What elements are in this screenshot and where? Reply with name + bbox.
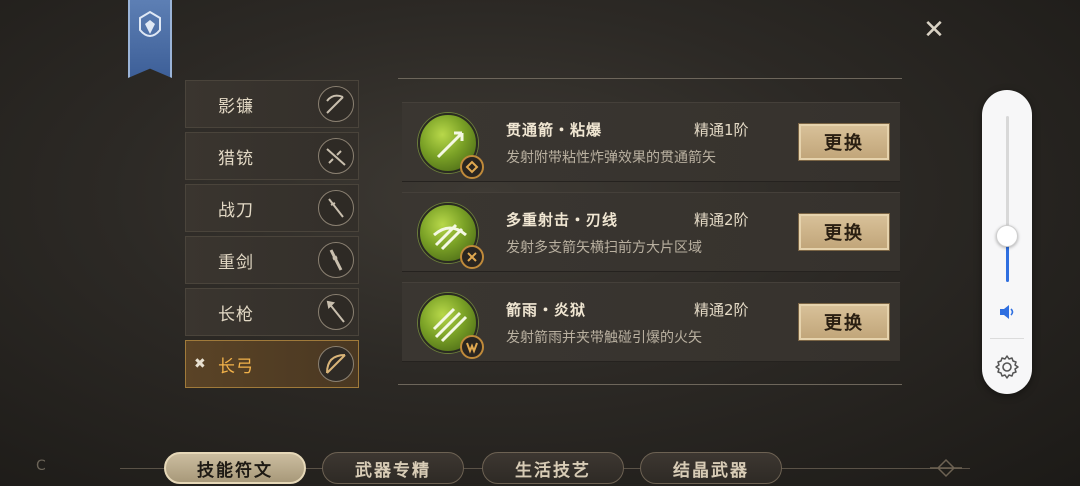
rune-badge-icon <box>460 335 484 359</box>
scythe-icon <box>318 86 354 122</box>
weapon-item-spear[interactable]: 长枪 <box>185 288 359 336</box>
tab-weapon-mastery[interactable]: 武器专精 <box>322 452 464 484</box>
close-button[interactable]: ✕ <box>920 15 948 45</box>
ornament-icon <box>930 458 962 478</box>
weapon-label: 猎铳 <box>218 148 254 169</box>
sword-icon <box>318 190 354 226</box>
tab-skill-runes[interactable]: 技能符文 <box>164 452 306 484</box>
skill-level: 精通1阶 <box>694 121 749 139</box>
rune-badge-icon <box>460 155 484 179</box>
skill-row: 箭雨・炎狱 精通2阶 发射箭雨并夹带触碰引爆的火矢 更换 <box>402 282 900 362</box>
skill-name: 多重射击・刃线 <box>506 211 619 229</box>
weapon-item-sword[interactable]: 战刀 <box>185 184 359 232</box>
tab-life-skills[interactable]: 生活技艺 <box>482 452 624 484</box>
footer-text: C <box>36 458 46 474</box>
weapon-label: 战刀 <box>218 200 254 221</box>
volume-panel <box>982 90 1032 394</box>
weapon-item-greatsword[interactable]: 重剑 <box>185 236 359 284</box>
swap-button[interactable]: 更换 <box>798 303 890 341</box>
guild-banner <box>128 0 172 78</box>
spear-icon <box>318 294 354 330</box>
greatsword-icon <box>318 242 354 278</box>
weapon-item-bow[interactable]: ✖ 长弓 <box>185 340 359 388</box>
weapon-list: 影镰 猎铳 战刀 重剑 长枪 ✖ 长弓 <box>185 80 359 392</box>
skill-row: 贯通箭・粘爆 精通1阶 发射附带粘性炸弹效果的贯通箭矢 更换 <box>402 102 900 182</box>
weapon-label: 重剑 <box>218 252 254 273</box>
volume-slider-handle[interactable] <box>996 224 1018 247</box>
skill-level: 精通2阶 <box>694 301 749 319</box>
skill-level: 精通2阶 <box>694 211 749 229</box>
swap-button[interactable]: 更换 <box>798 123 890 161</box>
weapon-item-scythe[interactable]: 影镰 <box>185 80 359 128</box>
volume-divider <box>990 338 1024 339</box>
rune-badge-icon <box>460 245 484 269</box>
weapon-item-gun[interactable]: 猎铳 <box>185 132 359 180</box>
bow-icon <box>318 346 354 382</box>
equipped-icon: ✖ <box>194 356 206 372</box>
skill-name: 贯通箭・粘爆 <box>506 121 603 139</box>
weapon-label: 长弓 <box>218 356 254 377</box>
skill-description: 发射附带粘性炸弹效果的贯通箭矢 <box>506 150 716 166</box>
bottom-tab-bar: 技能符文 武器专精 生活技艺 结晶武器 <box>0 450 1080 486</box>
gear-icon[interactable] <box>994 354 1020 380</box>
weapon-label: 长枪 <box>218 304 254 325</box>
weapon-label: 影镰 <box>218 96 254 117</box>
gun-icon <box>318 138 354 174</box>
crest-icon <box>139 10 161 37</box>
tab-crystal-weapons[interactable]: 结晶武器 <box>640 452 782 484</box>
skill-name: 箭雨・炎狱 <box>506 301 587 319</box>
panel-divider <box>398 384 902 385</box>
skill-row: 多重射击・刃线 精通2阶 发射多支箭矢横扫前方大片区域 更换 <box>402 192 900 272</box>
panel-divider <box>398 78 902 79</box>
skill-description: 发射箭雨并夹带触碰引爆的火矢 <box>506 330 702 346</box>
skill-description: 发射多支箭矢横扫前方大片区域 <box>506 240 702 256</box>
speaker-icon[interactable] <box>997 302 1017 322</box>
swap-button[interactable]: 更换 <box>798 213 890 251</box>
